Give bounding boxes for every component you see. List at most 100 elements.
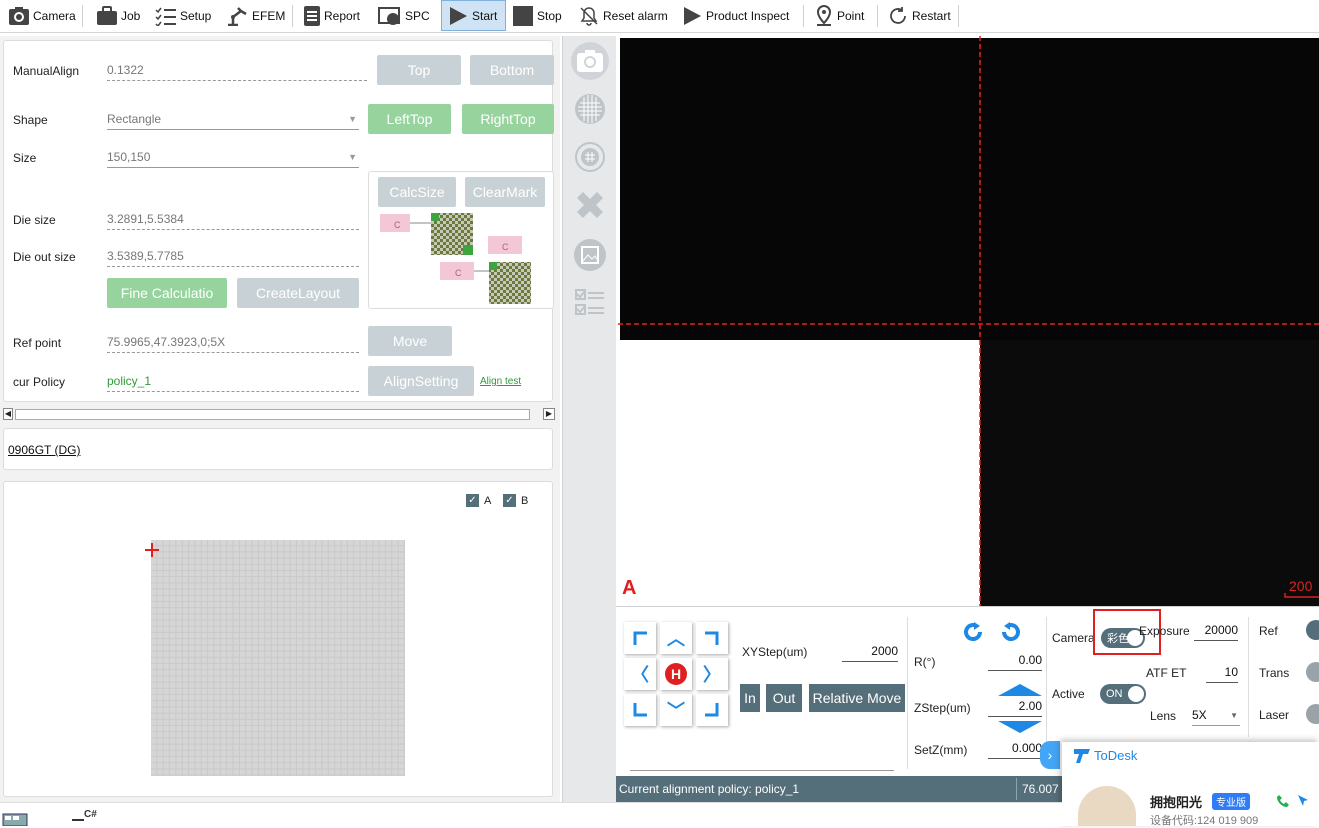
- wafer-die-grid[interactable]: [151, 540, 405, 776]
- reference-cross-icon: [145, 543, 159, 557]
- rotation-field[interactable]: 0.00: [988, 653, 1042, 671]
- active-toggle[interactable]: ON: [1100, 684, 1146, 704]
- efem-button[interactable]: EFEM: [225, 0, 285, 31]
- camera-viewer[interactable]: A 200: [618, 36, 1319, 606]
- align-test-link[interactable]: Align test: [480, 376, 521, 387]
- move-down-button[interactable]: ﹀: [660, 694, 692, 726]
- product-inspect-label: Product Inspect: [706, 8, 790, 23]
- ref-point-field[interactable]: 75.9965,47.3923,0;5X: [107, 335, 359, 353]
- chevron-left-icon: 〈: [631, 665, 649, 685]
- horizontal-scrollbar[interactable]: ◀ ▶: [3, 408, 555, 420]
- move-button[interactable]: Move: [368, 326, 452, 356]
- active-toggle-text: ON: [1106, 688, 1123, 700]
- product-link[interactable]: 0906GT (DG): [8, 443, 80, 457]
- scroll-left-arrow-icon[interactable]: ◀: [3, 408, 13, 420]
- rotate-ccw-icon[interactable]: [962, 621, 984, 643]
- righttop-button[interactable]: RightTop: [462, 104, 554, 134]
- setz-field[interactable]: 0.000: [988, 741, 1042, 759]
- atf-et-field[interactable]: 10: [1206, 665, 1238, 683]
- align-setting-button[interactable]: AlignSetting: [368, 366, 474, 396]
- camera-mode-label: Camera: [1052, 631, 1095, 645]
- size-value: 150,150: [107, 150, 151, 164]
- lens-select[interactable]: 5X ▼: [1192, 708, 1240, 726]
- die-out-size-field[interactable]: 3.5389,5.7785: [107, 249, 359, 267]
- stop-button[interactable]: Stop: [512, 0, 562, 31]
- home-button[interactable]: H: [660, 658, 692, 690]
- die-size-field[interactable]: 3.2891,5.5384: [107, 212, 359, 230]
- briefcase-icon: [97, 5, 117, 25]
- checklist-icon: [575, 289, 604, 315]
- csharp-taskbar-item[interactable]: C#: [72, 809, 97, 821]
- rotate-cw-icon[interactable]: [1000, 621, 1022, 643]
- xystep-field[interactable]: 2000: [842, 644, 898, 662]
- move-down-left-button[interactable]: [624, 694, 656, 726]
- top-button[interactable]: Top: [377, 55, 461, 85]
- spc-label: SPC: [405, 8, 430, 23]
- camera-tool-button[interactable]: [571, 42, 609, 80]
- product-inspect-button[interactable]: Product Inspect: [681, 0, 789, 31]
- checkbox-a[interactable]: ✓ A: [466, 494, 491, 507]
- laser-label: Laser: [1259, 708, 1290, 722]
- setup-label: Setup: [180, 8, 212, 23]
- move-up-right-button[interactable]: [696, 622, 728, 654]
- corner-up-right-icon: [705, 631, 719, 645]
- wafer-tool-button[interactable]: [571, 90, 609, 128]
- exposure-field[interactable]: 20000: [1194, 623, 1238, 641]
- z-up-arrow-icon[interactable]: [996, 682, 1044, 698]
- size-select[interactable]: 150,150 ▼: [107, 150, 359, 168]
- manual-align-field[interactable]: 0.1322: [107, 63, 367, 81]
- move-down-right-button[interactable]: [696, 694, 728, 726]
- relative-move-button[interactable]: Relative Move: [809, 684, 905, 712]
- shape-value: Rectangle: [107, 112, 162, 126]
- wafer-zoom-tool-button[interactable]: [571, 138, 609, 176]
- calc-mark-box: CalcSize ClearMark C C C: [368, 171, 554, 309]
- calcsize-button[interactable]: CalcSize: [378, 177, 456, 207]
- clearmark-button[interactable]: ClearMark: [465, 177, 545, 207]
- todesk-popup[interactable]: ToDesk 拥抱阳光 专业版 设备代码:124 019 909: [1062, 742, 1319, 827]
- scroll-thumb[interactable]: [15, 409, 530, 420]
- wafer-map-card: ✓ A ✓ B: [3, 481, 553, 797]
- create-layout-button[interactable]: CreateLayout: [237, 278, 359, 308]
- camera-button[interactable]: Camera: [8, 0, 76, 31]
- spc-button[interactable]: SPC: [378, 0, 430, 31]
- setup-button[interactable]: Setup: [155, 0, 211, 31]
- out-button[interactable]: Out: [766, 684, 802, 712]
- checkbox-b[interactable]: ✓ B: [503, 494, 528, 507]
- image-tool-button[interactable]: [571, 236, 609, 274]
- job-button[interactable]: Job: [96, 0, 140, 31]
- reset-alarm-button[interactable]: Reset alarm: [578, 0, 668, 31]
- start-button[interactable]: Start: [441, 0, 506, 31]
- crosshair-overlay: [618, 36, 1319, 606]
- zstep-field[interactable]: 2.00: [988, 699, 1042, 717]
- checklist-tool-button[interactable]: [571, 284, 609, 322]
- report-button[interactable]: Report: [303, 0, 360, 31]
- in-button[interactable]: In: [740, 684, 760, 712]
- cur-policy-field[interactable]: policy_1: [107, 374, 359, 392]
- lefttop-button[interactable]: LeftTop: [368, 104, 451, 134]
- ruler-tool-button[interactable]: [571, 186, 609, 224]
- point-button[interactable]: Point: [814, 0, 864, 31]
- app-window-icon[interactable]: [2, 812, 28, 826]
- move-up-left-button[interactable]: [624, 622, 656, 654]
- phone-icon[interactable]: [1276, 794, 1290, 808]
- home-icon: H: [665, 663, 687, 685]
- move-up-button[interactable]: ︿: [660, 622, 692, 654]
- efem-label: EFEM: [252, 8, 286, 23]
- shape-select[interactable]: Rectangle ▼: [107, 112, 359, 130]
- ref-light-toggle[interactable]: [1306, 620, 1319, 640]
- ruler-icon: [577, 192, 603, 218]
- restart-button[interactable]: Restart: [887, 0, 951, 31]
- cursor-icon[interactable]: [1296, 794, 1310, 808]
- left-panel: ManualAlign 0.1322 Top Bottom Shape Rect…: [0, 36, 560, 802]
- expand-panel-button[interactable]: ›: [1040, 741, 1060, 769]
- setz-label: SetZ(mm): [914, 743, 968, 757]
- move-left-button[interactable]: 〈: [624, 658, 656, 690]
- bottom-button[interactable]: Bottom: [470, 55, 554, 85]
- move-right-button[interactable]: 〉: [696, 658, 728, 690]
- trans-light-toggle[interactable]: [1306, 662, 1319, 682]
- scroll-right-arrow-icon[interactable]: ▶: [543, 408, 555, 420]
- fine-calculation-button[interactable]: Fine Calculatio: [107, 278, 227, 308]
- z-down-arrow-icon[interactable]: [996, 719, 1044, 735]
- laser-toggle[interactable]: [1306, 704, 1319, 724]
- start-label: Start: [472, 8, 498, 23]
